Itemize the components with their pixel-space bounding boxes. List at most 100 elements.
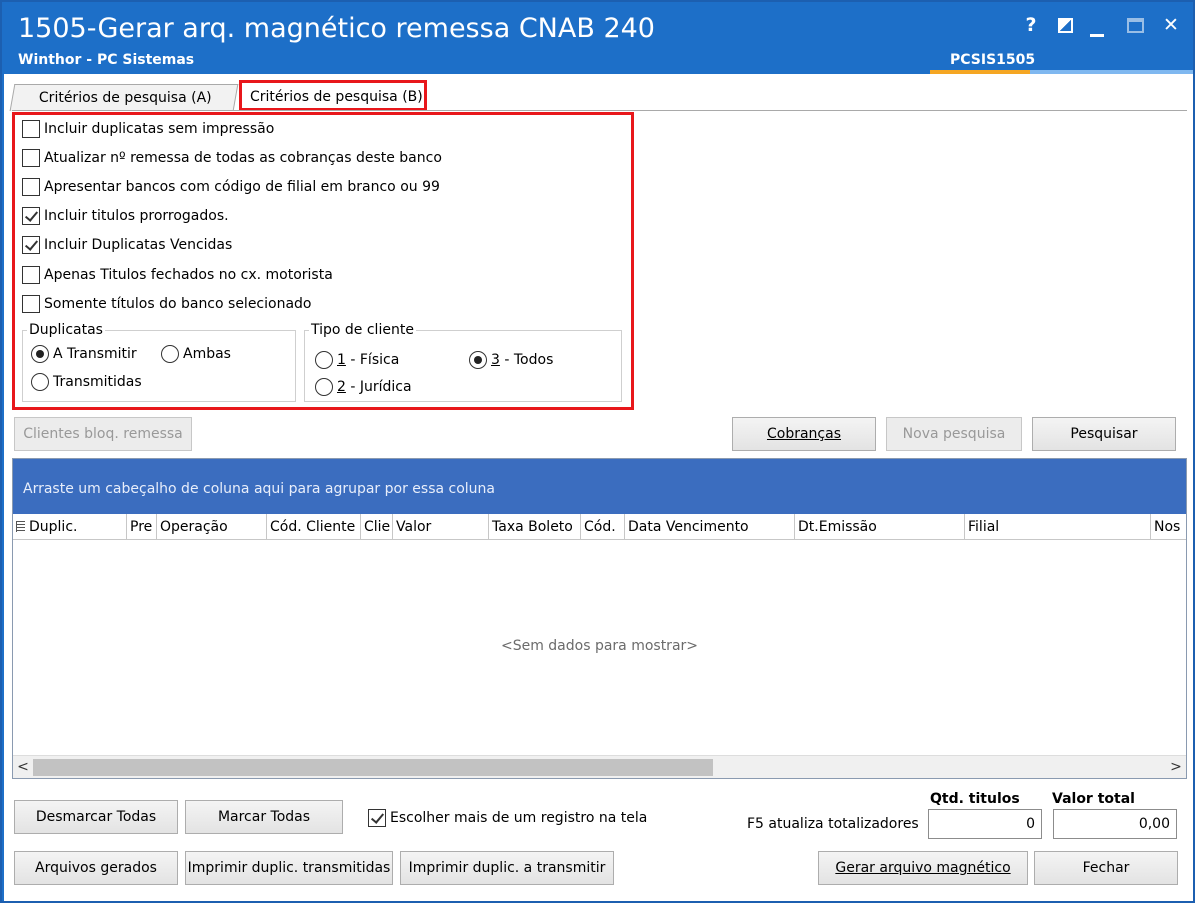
checkbox[interactable] xyxy=(22,120,40,138)
option-multi-select[interactable]: Escolher mais de um registro na tela xyxy=(368,807,647,829)
radio-a-transmitir[interactable]: A Transmitir xyxy=(31,345,137,363)
column-header-pre[interactable]: Pre xyxy=(127,514,157,540)
column-header-cliente[interactable]: Clie xyxy=(361,514,393,540)
radio-button[interactable] xyxy=(161,345,179,363)
radio-label: A Transmitir xyxy=(53,346,137,362)
pesquisar-button[interactable]: Pesquisar xyxy=(1032,417,1176,451)
radio-label: - Física xyxy=(345,352,400,368)
option-incluir-sem-impressao[interactable]: Incluir duplicatas sem impressão xyxy=(22,118,274,140)
imprimir-transmitidas-button[interactable]: Imprimir duplic. transmitidas xyxy=(185,851,393,885)
fechar-button[interactable]: Fechar xyxy=(1034,851,1178,885)
option-bancos-filial[interactable]: Apresentar bancos com código de filial e… xyxy=(22,176,440,198)
tab-criterios-b[interactable]: Critérios de pesquisa (B) xyxy=(239,80,427,111)
option-label: Incluir duplicatas sem impressão xyxy=(44,121,275,137)
column-label: Duplic. xyxy=(29,519,78,535)
option-label: Apenas Titulos fechados no cx. motorista xyxy=(44,267,333,283)
checkbox[interactable] xyxy=(22,149,40,167)
radio-todos[interactable]: 3 - Todos xyxy=(469,351,553,369)
button-label: Cobranças xyxy=(766,426,841,442)
imprimir-a-transmitir-button[interactable]: Imprimir duplic. a transmitir xyxy=(400,851,614,885)
grid-empty-message: <Sem dados para mostrar> xyxy=(500,638,699,654)
option-label: Escolher mais de um registro na tela xyxy=(390,810,648,826)
contrast-button[interactable] xyxy=(1052,12,1078,38)
title-bar[interactable]: 1505-Gerar arq. magnético remessa CNAB 2… xyxy=(4,4,1193,74)
radio-button[interactable] xyxy=(31,345,49,363)
radio-label: - Jurídica xyxy=(345,379,412,395)
group-title: Duplicatas xyxy=(27,322,105,338)
scroll-right-icon[interactable]: > xyxy=(1166,756,1186,779)
duplicatas-group: Duplicatas A Transmitir Ambas Transmitid… xyxy=(22,322,296,402)
checkbox[interactable] xyxy=(22,236,40,254)
column-header-valor[interactable]: Valor xyxy=(393,514,489,540)
option-label: Atualizar nº remessa de todas as cobranç… xyxy=(44,150,442,166)
arquivos-gerados-button[interactable]: Arquivos gerados xyxy=(14,851,178,885)
column-header-taxa-boleto[interactable]: Taxa Boleto xyxy=(489,514,581,540)
window-subtitle: Winthor - PC Sistemas xyxy=(18,52,195,68)
group-by-panel[interactable]: Arraste um cabeçalho de coluna aqui para… xyxy=(13,459,1186,514)
radio-juridica[interactable]: 2 - Jurídica xyxy=(315,378,412,396)
tab-label: Critérios de pesquisa (B) xyxy=(250,89,423,105)
checkbox[interactable] xyxy=(368,809,386,827)
clientes-bloq-remessa-button[interactable]: Clientes bloq. remessa xyxy=(14,417,192,451)
radio-hotkey: 3 xyxy=(491,352,500,368)
checkbox[interactable] xyxy=(22,295,40,313)
scroll-thumb[interactable] xyxy=(33,759,713,776)
close-icon: ✕ xyxy=(1163,14,1179,36)
program-code: PCSIS1505 xyxy=(950,52,1036,68)
column-header-duplic[interactable]: Duplic. xyxy=(13,514,127,540)
option-banco-selecionado[interactable]: Somente títulos do banco selecionado xyxy=(22,293,312,315)
radio-ambas[interactable]: Ambas xyxy=(161,345,231,363)
scroll-left-icon[interactable]: < xyxy=(13,756,33,779)
desmarcar-todas-button[interactable]: Desmarcar Todas xyxy=(14,800,178,834)
option-titulos-prorrogados[interactable]: Incluir titulos prorrogados. xyxy=(22,205,229,227)
column-header-dt-emissao[interactable]: Dt.Emissão xyxy=(795,514,965,540)
option-duplicatas-vencidas[interactable]: Incluir Duplicatas Vencidas xyxy=(22,234,232,256)
radio-hotkey: 2 xyxy=(337,379,346,395)
checkbox[interactable] xyxy=(22,178,40,196)
button-label: Gerar arquivo magnético xyxy=(835,860,1011,876)
radio-label: Transmitidas xyxy=(53,374,142,390)
window-title: 1505-Gerar arq. magnético remessa CNAB 2… xyxy=(18,13,655,44)
option-label: Incluir titulos prorrogados. xyxy=(44,208,229,224)
tab-divider xyxy=(12,110,1187,111)
radio-button[interactable] xyxy=(315,351,333,369)
checkbox[interactable] xyxy=(22,266,40,284)
radio-transmitidas[interactable]: Transmitidas xyxy=(31,373,142,391)
f5-hint-label: F5 atualiza totalizadores xyxy=(747,816,919,832)
results-grid[interactable]: Arraste um cabeçalho de coluna aqui para… xyxy=(12,458,1187,779)
column-header-filial[interactable]: Filial xyxy=(965,514,1151,540)
checkbox[interactable] xyxy=(22,207,40,225)
cobrancas-button[interactable]: Cobranças xyxy=(732,417,876,451)
nova-pesquisa-button[interactable]: Nova pesquisa xyxy=(886,417,1022,451)
radio-fisica[interactable]: 1 - Física xyxy=(315,351,399,369)
radio-button[interactable] xyxy=(469,351,487,369)
maximize-button[interactable] xyxy=(1122,12,1148,38)
tipo-cliente-group: Tipo de cliente 1 - Física 3 - Todos 2 -… xyxy=(304,322,622,402)
qtd-titulos-label: Qtd. titulos xyxy=(930,791,1020,807)
option-label: Incluir Duplicatas Vencidas xyxy=(44,237,233,253)
qtd-titulos-field: 0 xyxy=(928,809,1042,839)
gerar-arquivo-button[interactable]: Gerar arquivo magnético xyxy=(818,851,1028,885)
column-header-data-vencimento[interactable]: Data Vencimento xyxy=(625,514,795,540)
help-icon: ? xyxy=(1025,14,1037,36)
tab-criterios-a[interactable]: Critérios de pesquisa (A) xyxy=(9,84,239,111)
radio-button[interactable] xyxy=(315,378,333,396)
valor-total-label: Valor total xyxy=(1052,791,1135,807)
close-button[interactable]: ✕ xyxy=(1158,12,1184,38)
minimize-button[interactable] xyxy=(1084,12,1110,38)
column-header-cod[interactable]: Cód. xyxy=(581,514,625,540)
main-window: 1505-Gerar arq. magnético remessa CNAB 2… xyxy=(0,0,1195,903)
marcar-todas-button[interactable]: Marcar Todas xyxy=(185,800,343,834)
option-cx-motorista[interactable]: Apenas Titulos fechados no cx. motorista xyxy=(22,264,333,286)
valor-total-field: 0,00 xyxy=(1053,809,1177,839)
group-title: Tipo de cliente xyxy=(309,322,416,338)
column-header-nosso-numero[interactable]: Nos xyxy=(1151,514,1186,540)
horizontal-scrollbar[interactable]: < > xyxy=(13,755,1186,778)
option-atualizar-remessa[interactable]: Atualizar nº remessa de todas as cobranç… xyxy=(22,147,442,169)
tab-label: Critérios de pesquisa (A) xyxy=(38,90,212,106)
column-header-cod-cliente[interactable]: Cód. Cliente xyxy=(267,514,361,540)
radio-button[interactable] xyxy=(31,373,49,391)
column-header-operacao[interactable]: Operação xyxy=(157,514,267,540)
help-button[interactable]: ? xyxy=(1018,12,1044,38)
column-chooser-icon[interactable] xyxy=(16,521,25,532)
